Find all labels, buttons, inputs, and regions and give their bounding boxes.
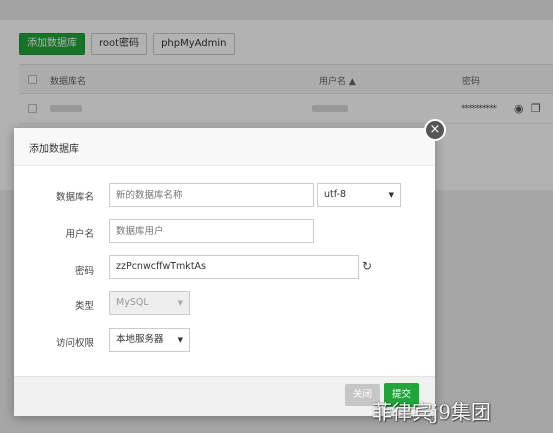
charset-select[interactable]: utf-8 ▼ <box>317 183 401 207</box>
username-label: 用户名 <box>65 229 94 240</box>
access-select[interactable]: 本地服务器 ▼ <box>109 328 190 352</box>
caret-down-icon: ▼ <box>388 191 394 199</box>
add-database-dialog: 添加数据库 数据库名 utf-8 ▼ 用户名 密码 zzPcnwcffwTmkt… <box>14 128 435 416</box>
refresh-icon[interactable]: ↻ <box>362 259 372 273</box>
watermark: 菲律宾j9集团 <box>372 400 491 424</box>
caret-down-icon: ▼ <box>177 299 183 307</box>
password-input[interactable]: zzPcnwcffwTmktAs <box>109 255 359 279</box>
dialog-title: 添加数据库 <box>14 128 435 166</box>
type-select: MySQL ▼ <box>109 291 190 315</box>
username-input[interactable] <box>109 219 314 243</box>
type-label: 类型 <box>74 301 94 312</box>
charset-value: utf-8 <box>324 189 347 200</box>
access-value: 本地服务器 <box>116 334 164 345</box>
caret-down-icon: ▼ <box>177 336 183 344</box>
access-label: 访问权限 <box>55 338 94 349</box>
dbname-input[interactable] <box>109 183 314 207</box>
close-icon[interactable]: × <box>424 119 446 141</box>
dbname-label: 数据库名 <box>55 192 94 203</box>
password-label: 密码 <box>74 266 94 277</box>
type-value: MySQL <box>116 297 149 308</box>
